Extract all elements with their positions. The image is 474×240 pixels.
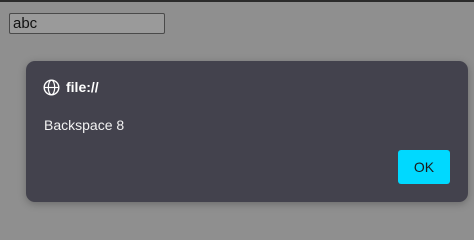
ok-button[interactable]: OK: [398, 150, 450, 184]
text-input[interactable]: [9, 13, 165, 34]
globe-icon: [43, 78, 60, 96]
alert-dialog: file:// Backspace 8 OK: [26, 61, 468, 202]
dialog-header: file://: [43, 77, 99, 97]
window-top-edge: [0, 0, 474, 2]
dialog-message: Backspace 8: [44, 117, 125, 133]
dialog-origin: file://: [66, 79, 99, 95]
